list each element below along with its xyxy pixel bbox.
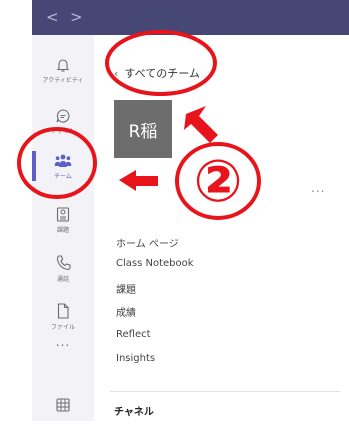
annotation-circle-all-teams	[105, 30, 217, 96]
step-number: ②	[193, 147, 243, 215]
arrow-left-icon	[119, 170, 158, 191]
annotation-circle-teams	[17, 127, 97, 199]
arrow-up-left-icon	[184, 106, 218, 143]
